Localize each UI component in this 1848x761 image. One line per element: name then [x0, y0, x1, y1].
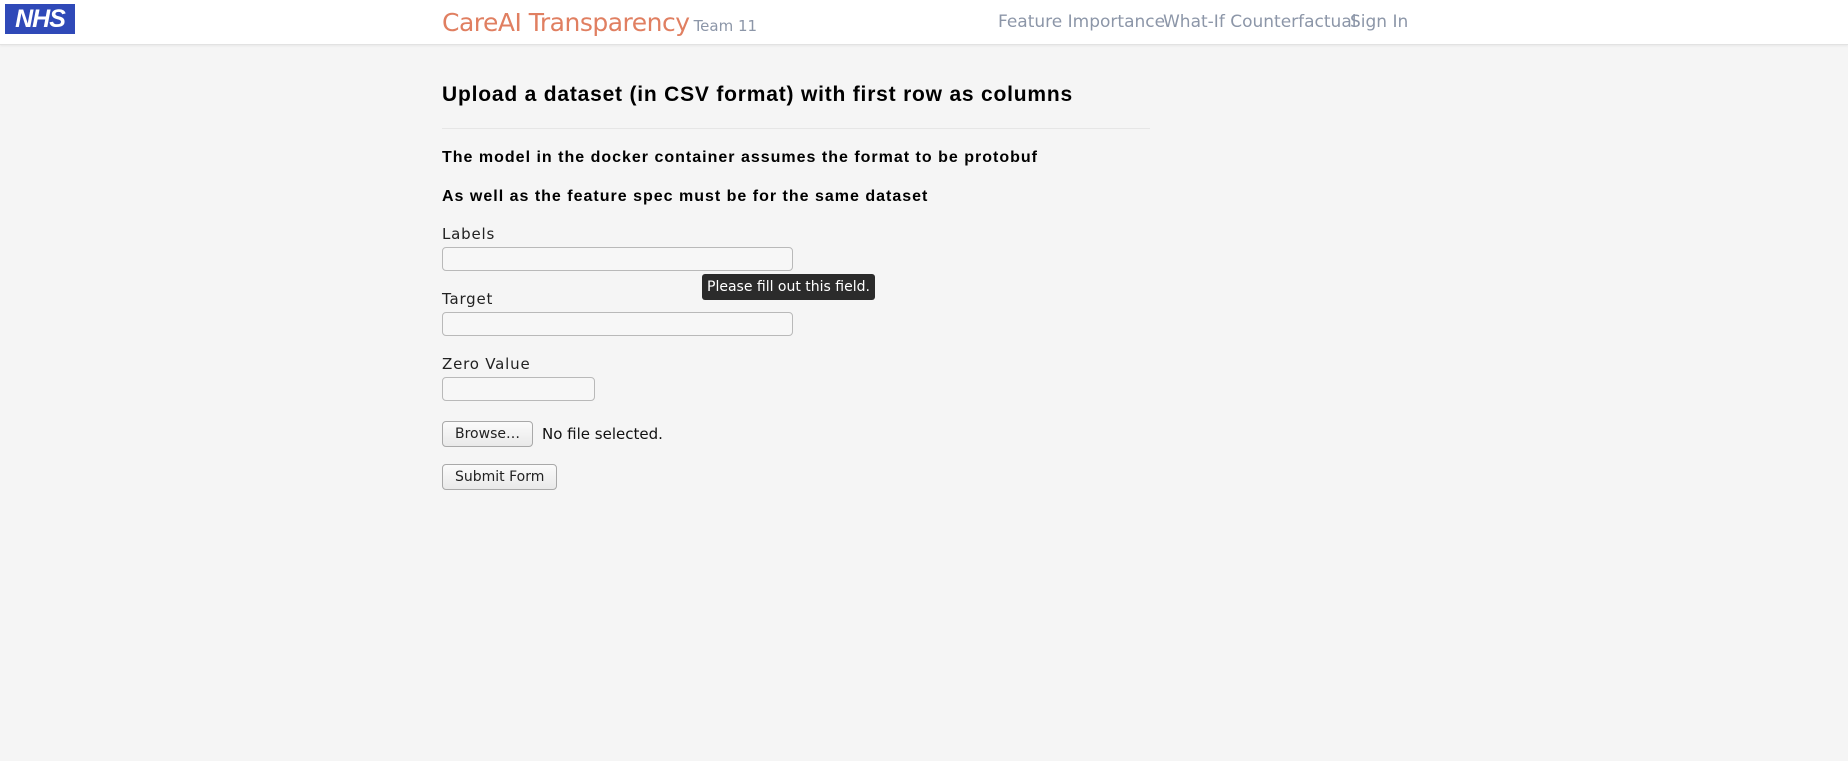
zero-value-field-label: Zero Value — [442, 355, 531, 373]
labels-field-label: Labels — [442, 225, 496, 243]
nav-feature-importance[interactable]: Feature Importance — [998, 12, 1165, 32]
format-note: The model in the docker container assume… — [442, 149, 1038, 166]
validation-tooltip: Please fill out this field. — [702, 274, 875, 300]
submit-button[interactable]: Submit Form — [442, 464, 558, 490]
browse-button[interactable]: Browse… — [442, 421, 533, 447]
nav-what-if-counterfactual[interactable]: What-If Counterfactual — [1163, 12, 1356, 32]
file-status: No file selected. — [542, 425, 663, 443]
top-navbar: NHS CareAI Transparency Team 11 Feature I… — [0, 0, 1848, 45]
divider — [442, 128, 1150, 129]
nav-sign-in[interactable]: Sign In — [1350, 12, 1408, 32]
target-field-label: Target — [442, 290, 494, 308]
form-body: The model in the docker container assume… — [442, 148, 1342, 748]
brand[interactable]: CareAI Transparency Team 11 — [442, 8, 757, 37]
target-input[interactable] — [442, 312, 793, 336]
zero-value-input[interactable] — [442, 377, 595, 401]
upload-form: Upload a dataset (in CSV format) with fi… — [442, 82, 1150, 137]
brand-subtitle: Team 11 — [693, 17, 758, 35]
feature-spec-note: As well as the feature spec must be for … — [442, 188, 929, 205]
brand-title[interactable]: CareAI Transparency — [442, 8, 690, 37]
labels-input[interactable] — [442, 247, 793, 271]
page-title: Upload a dataset (in CSV format) with fi… — [442, 83, 1073, 106]
nhs-logo[interactable]: NHS — [5, 4, 75, 34]
